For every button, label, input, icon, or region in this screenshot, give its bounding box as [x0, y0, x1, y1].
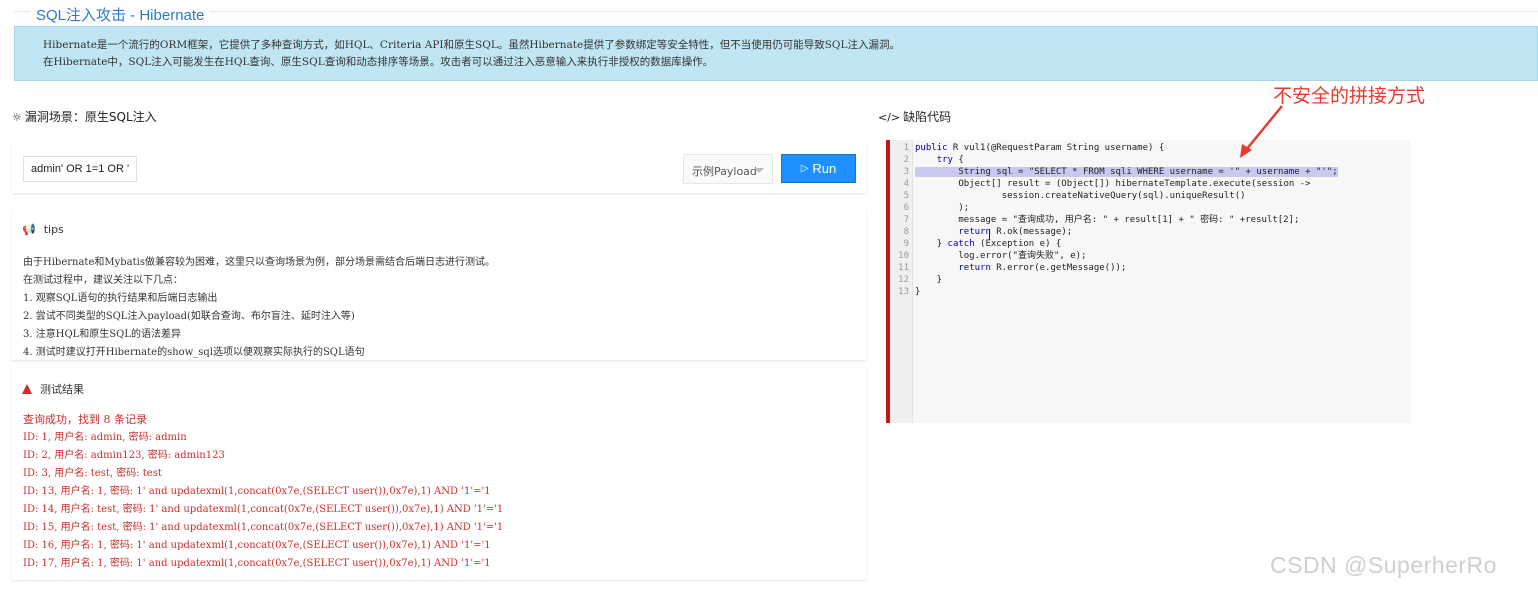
tips-list: 由于Hibernate和Mybatis做兼容较为困难，这里只以查询场景为例，部分…: [23, 254, 495, 362]
run-button-label: Run: [812, 161, 837, 176]
code-keyword: catch: [947, 239, 975, 249]
payload-example-select[interactable]: 示例Payload: [683, 154, 773, 184]
line-number: 4: [903, 179, 909, 189]
result-row: ID: 13, 用户名: 1, 密码: 1' and updatexml(1,c…: [23, 486, 491, 497]
tips-line: 1. 观察SQL语句的执行结果和后端日志输出: [23, 293, 218, 304]
line-number: 3: [903, 167, 909, 177]
tips-line: 2. 尝试不同类型的SQL注入payload(如联合查询、布尔盲注、延时注入等): [23, 311, 355, 322]
code-text: return R.error(e.getMessage());: [958, 263, 1127, 273]
code-title: 缺陷代码: [903, 110, 952, 124]
line-number: 13: [898, 287, 909, 297]
code-keyword: public: [915, 143, 948, 153]
tips-line: 3. 注意HQL和原生SQL的语法差异: [23, 329, 181, 340]
code-header: </> 缺陷代码: [878, 108, 951, 125]
code-text: }: [915, 275, 943, 285]
line-number: 12: [898, 275, 909, 285]
code-icon: </>: [878, 111, 901, 124]
line-number: 2: [903, 155, 909, 165]
code-line: message = "查询成功, 用户名: " + result[1] + " …: [915, 214, 1299, 226]
result-row: ID: 3, 用户名: test, 密码: test: [23, 468, 162, 479]
page-title: SQL注入攻击 - Hibernate: [36, 7, 205, 24]
code-text: session.createNativeQuery(sql).uniqueRes…: [915, 191, 1246, 201]
watermark: CSDN @SuperherRo: [1270, 552, 1497, 578]
code-line: Object[] result = (Object[]) hibernateTe…: [915, 178, 1311, 190]
code-text: log.error("查询失败", e);: [915, 251, 1087, 261]
annotation-arrow-icon: [1240, 105, 1283, 158]
result-title: 测试结果: [40, 383, 84, 396]
code-line: }: [915, 286, 920, 298]
text-cursor: [989, 229, 990, 240]
warning-icon: [22, 384, 32, 394]
result-row: ID: 2, 用户名: admin123, 密码: admin123: [23, 450, 225, 461]
intro-line-2: 在Hibernate中，SQL注入可能发生在HQL查询、原生SQL查询和动态排序…: [43, 56, 714, 68]
tips-line: 在测试过程中，建议关注以下几点：: [23, 275, 183, 286]
code-text: message = "查询成功, 用户名: " + result[1] + " …: [915, 215, 1300, 225]
intro-line-1: Hibernate是一个流行的ORM框架，它提供了多种查询方式，如HQL、Cri…: [43, 39, 901, 51]
result-row: ID: 15, 用户名: test, 密码: 1' and updatexml(…: [23, 522, 504, 533]
code-line: }: [915, 274, 942, 286]
line-number: 6: [903, 203, 909, 213]
code-keyword: try: [936, 155, 953, 165]
result-header: 测试结果: [22, 381, 84, 397]
result-row: ID: 17, 用户名: 1, 密码: 1' and updatexml(1,c…: [23, 558, 491, 569]
payload-select-label: 示例Payload: [692, 165, 757, 178]
play-icon: ▷: [800, 163, 809, 174]
intro-info-box: Hibernate是一个流行的ORM框架，它提供了多种查询方式，如HQL、Cri…: [14, 26, 1538, 81]
code-keyword: return: [958, 263, 991, 273]
result-row: ID: 16, 用户名: 1, 密码: 1' and updatexml(1,c…: [23, 540, 491, 551]
line-number: 11: [898, 263, 909, 273]
result-list: 查询成功，找到 8 条记录 ID: 1, 用户名: admin, 密码: adm…: [23, 411, 503, 573]
tips-line: 4. 测试时建议打开Hibernate的show_sql选项以便观察实际执行的S…: [23, 347, 365, 358]
tips-title: tips: [43, 223, 64, 236]
line-number: 1: [903, 143, 909, 153]
payload-input[interactable]: [23, 156, 137, 182]
code-text: }: [915, 287, 921, 297]
code-line: log.error("查询失败", e);: [915, 250, 1086, 262]
bug-icon: ☼: [12, 111, 22, 124]
tips-header: 📢 tips: [22, 223, 64, 236]
run-button[interactable]: ▷ Run: [781, 154, 856, 183]
line-number: 8: [903, 227, 909, 237]
code-text: try {: [936, 155, 964, 165]
title-divider: [14, 11, 1538, 12]
code-text: } catch (Exception e) {: [936, 239, 1062, 249]
code-keyword: return: [958, 227, 991, 237]
code-text: return R.ok(message);: [958, 227, 1073, 237]
tips-line: 由于Hibernate和Mybatis做兼容较为困难，这里只以查询场景为例，部分…: [23, 257, 495, 268]
code-line: public R vul1(@RequestParam String usern…: [915, 142, 1164, 154]
code-text: public R vul1(@RequestParam String usern…: [915, 143, 1165, 153]
code-line: try {: [915, 154, 964, 166]
result-summary: 查询成功，找到 8 条记录: [23, 413, 147, 426]
annotation-label: 不安全的拼接方式: [1273, 85, 1426, 107]
code-line: return R.error(e.getMessage());: [915, 262, 1126, 274]
vulnerable-code-block: 1 public R vul1(@RequestParam String user…: [886, 140, 1411, 423]
result-row: ID: 14, 用户名: test, 密码: 1' and updatexml(…: [23, 504, 504, 515]
line-number: 10: [898, 251, 909, 261]
megaphone-icon: 📢: [22, 223, 36, 236]
code-line: session.createNativeQuery(sql).uniqueRes…: [915, 190, 1246, 202]
scenario-header: ☼ 漏洞场景：原生SQL注入: [12, 108, 157, 125]
code-line: );: [915, 202, 969, 214]
line-number: 5: [903, 191, 909, 201]
code-line: return R.ok(message);: [915, 226, 1072, 238]
chevron-down-icon: [754, 168, 764, 173]
line-number: 9: [903, 239, 909, 249]
result-row: ID: 1, 用户名: admin, 密码: admin: [23, 432, 187, 443]
code-text: Object[] result = (Object[]) hibernateTe…: [915, 179, 1311, 189]
scenario-title: 漏洞场景：原生SQL注入: [24, 110, 157, 124]
code-text: );: [915, 203, 970, 213]
line-number: 7: [903, 215, 909, 225]
